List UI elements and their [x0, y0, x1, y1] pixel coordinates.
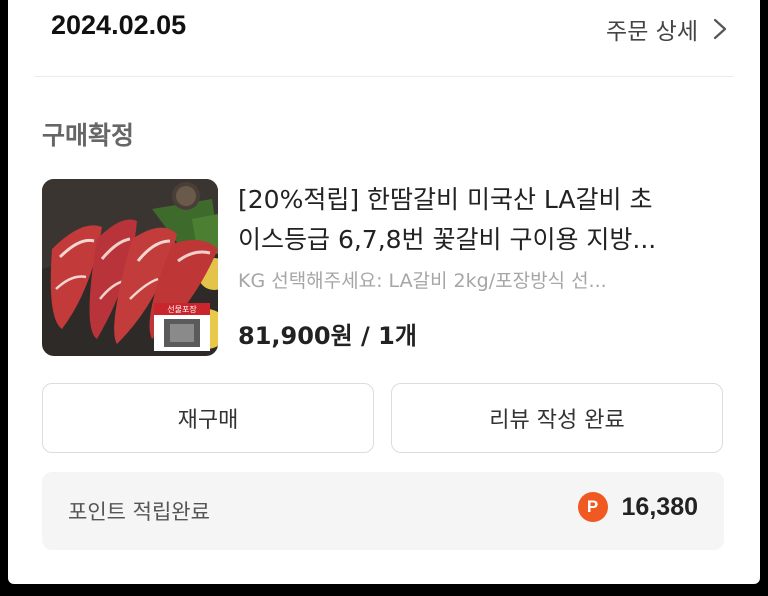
points-label: 포인트 적립완료 — [68, 500, 210, 524]
points-value: 16,380 — [621, 492, 698, 521]
product-title-line1: [20%적립] 한땀갈비 미국산 LA갈비 초 — [238, 185, 653, 214]
chevron-right-icon — [713, 18, 727, 40]
product-option: KG 선택해주세요: LA갈비 2kg/포장방식 선... — [238, 270, 607, 292]
product-thumbnail[interactable]: 선물포장 — [42, 179, 218, 356]
order-status: 구매확정 — [42, 121, 135, 150]
product-price: 81,900원 / 1개 — [238, 322, 417, 350]
points-panel: 포인트 적립완료 P 16,380 — [42, 472, 724, 550]
order-card: 2024.02.05 주문 상세 구매확정 선물포장 [20%적립] 한땀갈비 … — [8, 0, 760, 584]
product-title-line2: 이스등급 6,7,8번 꽃갈비 구이용 지방... — [238, 225, 657, 254]
product-title[interactable]: [20%적립] 한땀갈비 미국산 LA갈비 초 이스등급 6,7,8번 꽃갈비 … — [238, 180, 718, 260]
order-detail-link[interactable]: 주문 상세 — [606, 12, 730, 46]
rebuy-button[interactable]: 재구매 — [42, 383, 374, 453]
points-icon: P — [577, 492, 608, 522]
review-complete-button[interactable]: 리뷰 작성 완료 — [391, 383, 723, 453]
points-value-group: P 16,380 — [577, 492, 698, 522]
divider — [34, 76, 734, 77]
order-date: 2024.02.05 — [51, 10, 187, 40]
meat-image: 선물포장 — [42, 179, 218, 356]
thumb-badge: 선물포장 — [167, 304, 197, 314]
order-detail-label: 주문 상세 — [606, 19, 698, 45]
